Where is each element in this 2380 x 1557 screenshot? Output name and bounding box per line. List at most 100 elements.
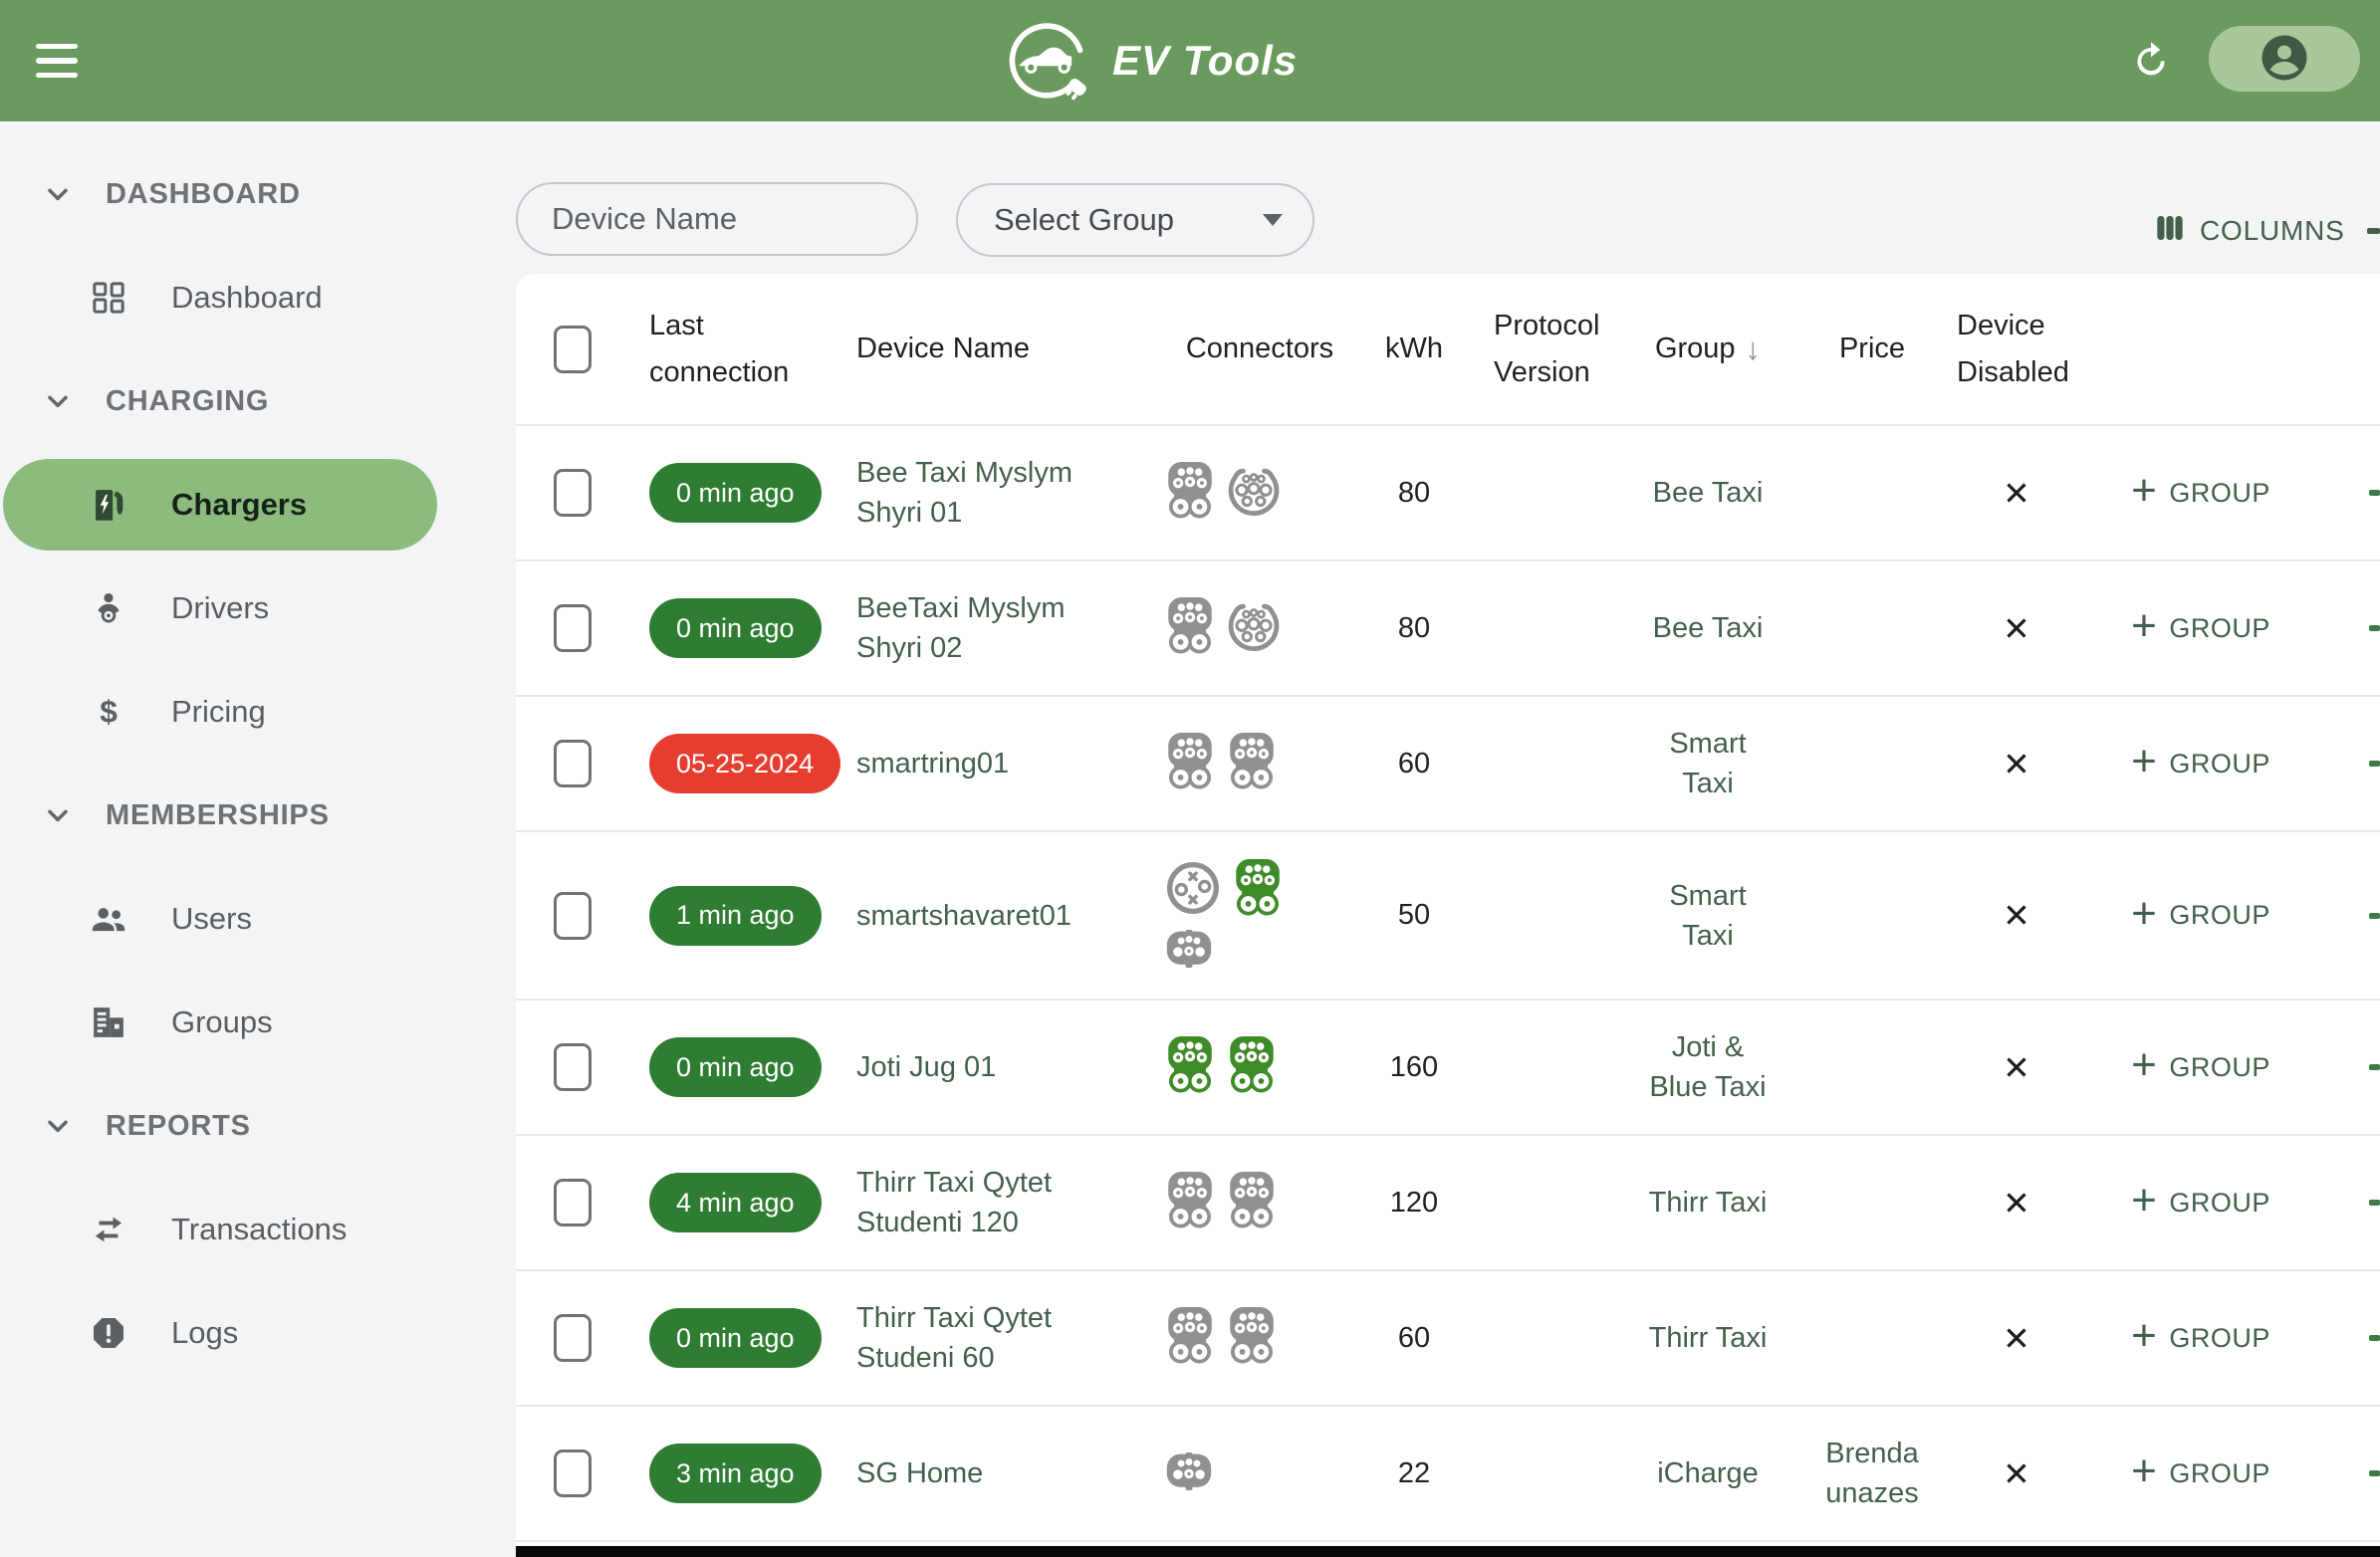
sidebar-section-label: MEMBERSHIPS — [106, 799, 330, 832]
table-row: 0 min agoJoti Jug 01 160Joti & Blue Taxi… — [516, 1001, 2380, 1136]
column-header-label: Last connection — [649, 303, 794, 396]
menu-icon[interactable] — [36, 40, 80, 82]
sidebar-item-pricing[interactable]: $Pricing — [0, 660, 516, 764]
device-name-link[interactable]: BeeTaxi Myslym Shyri 02 — [856, 588, 1115, 668]
add-group-label: GROUP — [2169, 478, 2270, 509]
device-name-link[interactable]: Thirr Taxi Qytet Studeni 60 — [856, 1298, 1115, 1378]
refresh-button[interactable] — [2123, 34, 2179, 90]
row-checkbox[interactable] — [554, 1179, 592, 1226]
row-checkbox[interactable] — [554, 892, 592, 940]
device-name-link[interactable]: smartshavaret01 — [856, 896, 1115, 936]
sidebar-item-transactions[interactable]: Transactions — [0, 1178, 516, 1281]
add-group-button[interactable]: +GROUP — [2131, 1323, 2270, 1354]
column-header-device-disabled[interactable]: Device Disabled — [1952, 274, 2081, 424]
column-header-group[interactable]: Group ↓ — [1623, 274, 1792, 424]
column-header-last-connection[interactable]: Last connection — [637, 274, 856, 424]
last-connection-badge: 4 min ago — [649, 1173, 822, 1232]
kwh-value: 160 — [1390, 1051, 1438, 1084]
table-body: 0 min ago Bee Taxi Myslym Shyri 01 80 Bee … — [516, 426, 2380, 1542]
sidebar-section-dashboard[interactable]: DASHBOARD — [0, 142, 516, 246]
column-header-device-name[interactable]: Device Name — [856, 274, 1155, 424]
cutoff-row-action[interactable] — [2369, 1200, 2380, 1206]
column-header-label: Price — [1839, 326, 1905, 372]
connector-ccs2-icon — [1227, 1307, 1277, 1370]
group-value: Bee Taxi — [1644, 473, 1772, 513]
last-connection-badge: 0 min ago — [649, 463, 822, 523]
cutoff-row-action[interactable] — [2369, 761, 2380, 767]
account-button[interactable] — [2209, 26, 2360, 92]
svg-text:$: $ — [100, 693, 118, 729]
cutoff-row-action[interactable] — [2369, 913, 2380, 919]
device-name-link[interactable]: SG Home — [856, 1453, 1115, 1493]
row-checkbox[interactable] — [554, 604, 592, 652]
column-header-protocol-version[interactable]: Protocol Version — [1474, 274, 1623, 424]
connector-ccs2-icon — [1165, 1172, 1215, 1234]
add-group-button[interactable]: +GROUP — [2131, 1188, 2270, 1219]
device-name-link[interactable]: Bee Taxi Myslym Shyri 01 — [856, 453, 1115, 533]
price-value: Brenda unazes — [1822, 1434, 1922, 1513]
column-header-label: Connectors — [1186, 326, 1333, 372]
row-checkbox[interactable] — [554, 1314, 592, 1362]
device-name-link[interactable]: smartring01 — [856, 744, 1115, 783]
sidebar-section-label: REPORTS — [106, 1110, 251, 1143]
transactions-icon — [86, 1209, 131, 1250]
group-value: iCharge — [1644, 1453, 1772, 1493]
columns-button[interactable]: COLUMNS — [2154, 207, 2345, 255]
column-header-price[interactable]: Price — [1792, 274, 1952, 424]
sidebar-item-label: Users — [171, 901, 252, 937]
device-name-link[interactable]: Joti Jug 01 — [856, 1047, 1115, 1087]
sidebar-item-dashboard[interactable]: Dashboard — [0, 246, 516, 349]
columns-button-label: COLUMNS — [2200, 215, 2345, 247]
connector-ccs2-icon — [1227, 733, 1277, 795]
add-group-button[interactable]: +GROUP — [2131, 749, 2270, 779]
add-group-button[interactable]: +GROUP — [2131, 1052, 2270, 1083]
add-group-label: GROUP — [2169, 1052, 2270, 1083]
kwh-value: 50 — [1398, 899, 1430, 932]
device-name-link[interactable]: Thirr Taxi Qytet Studenti 120 — [856, 1163, 1115, 1242]
sidebar-section-reports[interactable]: REPORTS — [0, 1074, 516, 1178]
sidebar-section-memberships[interactable]: MEMBERSHIPS — [0, 764, 516, 867]
connectors — [1165, 859, 1297, 973]
sidebar-item-drivers[interactable]: Drivers — [0, 556, 516, 660]
group-value: Bee Taxi — [1644, 608, 1772, 648]
header-cell-edge — [2320, 274, 2380, 424]
cutoff-toolbar-button[interactable] — [2367, 228, 2380, 234]
row-checkbox[interactable] — [554, 469, 592, 517]
group-value: Thirr Taxi — [1644, 1183, 1772, 1223]
column-header-kwh[interactable]: kWh — [1354, 274, 1474, 424]
row-checkbox[interactable] — [554, 740, 592, 787]
column-header-connectors[interactable]: Connectors — [1155, 274, 1354, 424]
last-connection-badge: 0 min ago — [649, 1308, 822, 1368]
cutoff-row-action[interactable] — [2369, 1335, 2380, 1341]
sidebar: DASHBOARDDashboardCHARGING Chargers Driver… — [0, 121, 516, 1557]
column-header-label: Device Disabled — [1957, 303, 2076, 396]
column-header-label: Protocol Version — [1494, 303, 1608, 396]
sidebar-item-groups[interactable]: Groups — [0, 971, 516, 1074]
cutoff-row-action[interactable] — [2369, 490, 2380, 496]
sidebar-item-label: Chargers — [171, 487, 307, 523]
device-name-input[interactable] — [516, 182, 918, 256]
kwh-value: 80 — [1398, 612, 1430, 645]
row-checkbox[interactable] — [554, 1043, 592, 1091]
group-value: Smart Taxi — [1644, 724, 1772, 803]
connectors — [1165, 733, 1297, 795]
add-group-button[interactable]: +GROUP — [2131, 900, 2270, 931]
chargers-table: Last connectionDevice NameConnectorskWhP… — [516, 274, 2380, 1546]
cutoff-row-action[interactable] — [2369, 1470, 2380, 1476]
sidebar-item-users[interactable]: Users — [0, 867, 516, 971]
select-all-checkbox[interactable] — [554, 326, 592, 373]
cutoff-row-action[interactable] — [2369, 1064, 2380, 1070]
sidebar-item-chargers[interactable]: Chargers — [0, 453, 516, 556]
sidebar-item-logs[interactable]: Logs — [0, 1281, 516, 1385]
connector-type2-icon — [1227, 599, 1281, 658]
cutoff-row-action[interactable] — [2369, 625, 2380, 631]
add-group-button[interactable]: +GROUP — [2131, 613, 2270, 644]
sidebar-section-charging[interactable]: CHARGING — [0, 349, 516, 453]
add-group-button[interactable]: +GROUP — [2131, 1458, 2270, 1489]
add-group-button[interactable]: +GROUP — [2131, 478, 2270, 509]
row-checkbox[interactable] — [554, 1449, 592, 1497]
columns-icon — [2154, 212, 2186, 251]
device-disabled-mark: ✕ — [2003, 1048, 2030, 1087]
device-disabled-mark: ✕ — [2003, 745, 2030, 783]
group-select[interactable]: Select Group — [956, 183, 1314, 257]
